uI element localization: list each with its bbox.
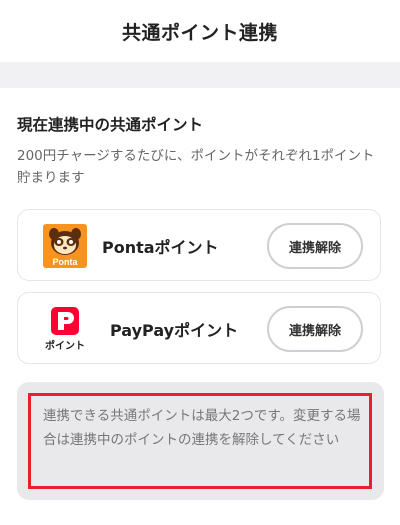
- paypay-point-name: PayPayポイント: [110, 321, 239, 340]
- ponta-logo-text: Ponta: [52, 257, 78, 267]
- header-divider-band: [0, 62, 400, 88]
- paypay-point-card: ポイント PayPayポイント 連携解除: [17, 292, 381, 364]
- paypay-logo-icon: ポイント: [43, 307, 87, 352]
- ponta-point-name: Pontaポイント: [102, 238, 219, 257]
- page-title: 共通ポイント連携: [121, 21, 278, 44]
- page-header: 共通ポイント連携: [0, 0, 400, 62]
- section-title: 現在連携中の共通ポイント: [17, 116, 204, 134]
- section-description: 200円チャージするたびに、ポイントがそれぞれ1ポイント貯まります: [17, 148, 375, 186]
- paypay-unlink-button[interactable]: 連携解除: [267, 306, 363, 352]
- ponta-point-card: Ponta Pontaポイント 連携解除: [17, 209, 381, 281]
- ponta-logo-icon: Ponta: [43, 224, 87, 268]
- ponta-unlink-button[interactable]: 連携解除: [267, 223, 363, 269]
- notice-text: 連携できる共通ポイントは最大2つです。変更する場合は連携中のポイントの連携を解除…: [43, 408, 361, 448]
- paypay-logo-text: ポイント: [45, 339, 85, 351]
